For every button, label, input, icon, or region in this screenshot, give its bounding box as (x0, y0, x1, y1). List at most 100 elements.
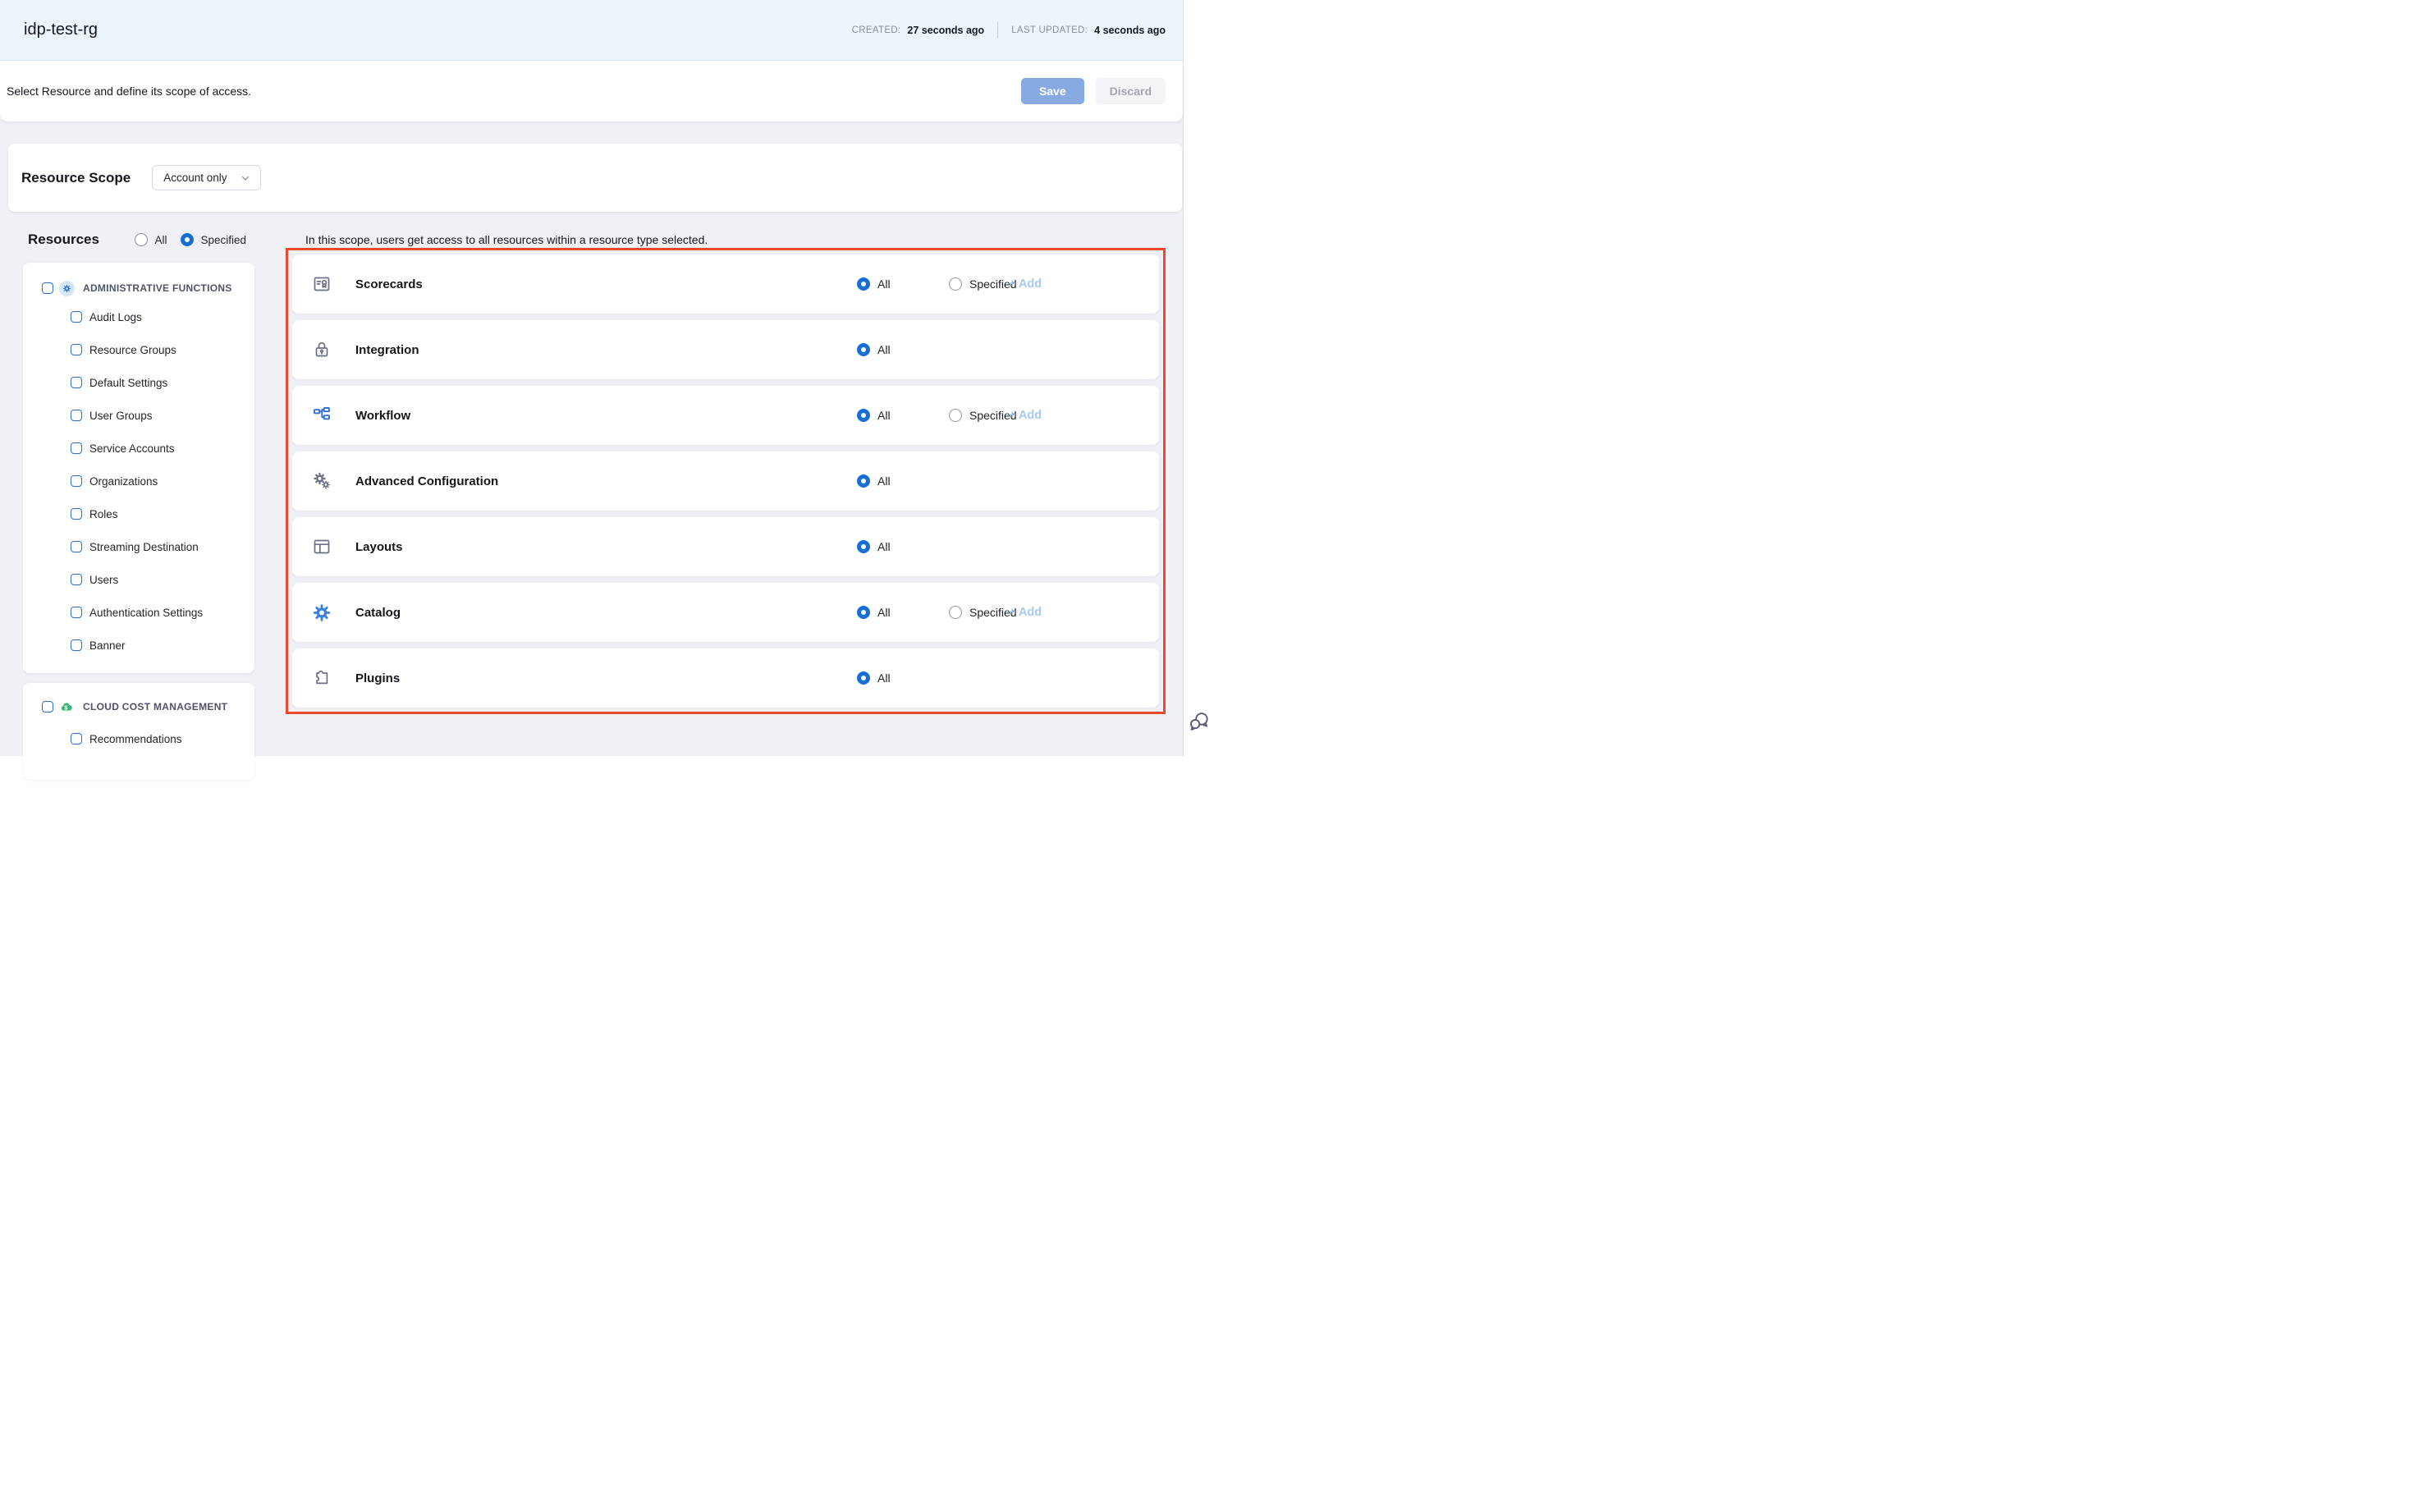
radio-selected-icon[interactable] (857, 474, 870, 488)
sidebar-item-users[interactable]: Users (23, 563, 254, 596)
svg-text:$: $ (64, 704, 67, 711)
last-updated-value: 4 seconds ago (1094, 25, 1166, 36)
row-workflow: Workflow All Specified + Add (292, 386, 1159, 445)
chat-bubbles-icon[interactable] (1188, 711, 1211, 738)
catalog-all-radio[interactable]: All (857, 606, 891, 619)
catalog-add-link[interactable]: + Add (1009, 606, 1042, 619)
row-label: Plugins (355, 671, 400, 685)
radio-selected-icon[interactable] (857, 409, 870, 422)
row-label: Catalog (355, 606, 401, 620)
catalog-specified-radio[interactable]: Specified (949, 606, 1017, 619)
resources-all-radio[interactable]: All (135, 233, 167, 246)
item-checkbox[interactable] (71, 639, 82, 651)
item-checkbox[interactable] (71, 410, 82, 421)
resources-sidebar: ADMINISTRATIVE FUNCTIONS Audit Logs Reso… (23, 248, 254, 780)
resources-all-label: All (154, 234, 167, 246)
item-checkbox[interactable] (71, 475, 82, 487)
item-label: Streaming Destination (89, 541, 199, 553)
sidebar-item-organizations[interactable]: Organizations (23, 465, 254, 497)
sidebar-item-streaming-destination[interactable]: Streaming Destination (23, 530, 254, 563)
radio-selected-icon[interactable] (857, 671, 870, 685)
item-checkbox[interactable] (71, 377, 82, 388)
sidebar-item-roles[interactable]: Roles (23, 497, 254, 530)
created-label: CREATED: (852, 25, 901, 35)
row-advanced-configuration: Advanced Configuration All (292, 451, 1159, 511)
item-checkbox[interactable] (71, 574, 82, 585)
row-label: Layouts (355, 540, 403, 554)
plugins-all-radio[interactable]: All (857, 671, 891, 685)
workflow-add-link[interactable]: + Add (1009, 409, 1042, 422)
radio-selected-icon[interactable] (181, 233, 194, 246)
cloud-cost-card: $ CLOUD COST MANAGEMENT Recommendations (23, 683, 254, 780)
scope-description: In this scope, users get access to all r… (286, 233, 1183, 246)
radio-unselected-icon[interactable] (949, 277, 962, 291)
scorecard-icon (312, 274, 332, 294)
workflow-specified-radio[interactable]: Specified (949, 409, 1017, 422)
workflow-all-radio[interactable]: All (857, 409, 891, 422)
resources-specified-label: Specified (200, 234, 246, 246)
admin-functions-checkbox[interactable] (42, 282, 53, 294)
sidebar-item-banner[interactable]: Banner (23, 629, 254, 662)
radio-unselected-icon[interactable] (135, 233, 148, 246)
cloud-dollar-icon: $ (59, 699, 75, 715)
chevron-down-icon (241, 173, 250, 183)
group-label: ADMINISTRATIVE FUNCTIONS (80, 282, 232, 294)
row-scorecards: Scorecards All Specified + Add (292, 254, 1159, 314)
sidebar-item-recommendations[interactable]: Recommendations (23, 722, 254, 755)
resource-scope-dropdown[interactable]: Account only (152, 165, 260, 190)
item-checkbox[interactable] (71, 311, 82, 323)
item-label: Organizations (89, 475, 158, 488)
all-label: All (877, 671, 891, 685)
sidebar-item-audit-logs[interactable]: Audit Logs (23, 300, 254, 333)
gears-icon (312, 471, 332, 491)
scorecards-add-link[interactable]: + Add (1009, 277, 1042, 291)
sidebar-item-default-settings[interactable]: Default Settings (23, 366, 254, 399)
resource-types-panel: Scorecards All Specified + Add (286, 248, 1166, 714)
group-cloud-cost-management[interactable]: $ CLOUD COST MANAGEMENT (23, 694, 254, 719)
radio-selected-icon[interactable] (857, 540, 870, 553)
discard-button[interactable]: Discard (1096, 78, 1166, 104)
item-label: Authentication Settings (89, 607, 203, 619)
radio-selected-icon[interactable] (857, 277, 870, 291)
resources-specified-radio[interactable]: Specified (181, 233, 246, 246)
layouts-all-radio[interactable]: All (857, 540, 891, 553)
page-title: idp-test-rg (24, 21, 98, 39)
integration-all-radio[interactable]: All (857, 343, 891, 356)
catalog-gear-icon (312, 603, 332, 622)
item-checkbox[interactable] (71, 607, 82, 618)
workflow-icon (312, 405, 332, 425)
item-label: Roles (89, 508, 118, 520)
sidebar-item-resource-groups[interactable]: Resource Groups (23, 333, 254, 366)
lock-icon (312, 340, 332, 360)
item-checkbox[interactable] (71, 508, 82, 520)
row-label: Scorecards (355, 277, 423, 291)
item-checkbox[interactable] (71, 733, 82, 745)
advanced-configuration-all-radio[interactable]: All (857, 474, 891, 488)
sidebar-item-authentication-settings[interactable]: Authentication Settings (23, 596, 254, 629)
sidebar-item-service-accounts[interactable]: Service Accounts (23, 432, 254, 465)
page-header: idp-test-rg CREATED: 27 seconds ago LAST… (0, 0, 1183, 61)
radio-unselected-icon[interactable] (949, 606, 962, 619)
item-checkbox[interactable] (71, 442, 82, 454)
save-button[interactable]: Save (1021, 78, 1084, 104)
row-label: Workflow (355, 409, 410, 423)
sidebar-item-user-groups[interactable]: User Groups (23, 399, 254, 432)
item-label: User Groups (89, 410, 153, 422)
radio-selected-icon[interactable] (857, 606, 870, 619)
toolbar: Select Resource and define its scope of … (0, 61, 1183, 121)
all-label: All (877, 606, 891, 619)
item-label: Users (89, 574, 118, 586)
all-label: All (877, 277, 891, 291)
item-checkbox[interactable] (71, 344, 82, 355)
scorecards-specified-radio[interactable]: Specified (949, 277, 1017, 291)
resources-heading: Resources All Specified (23, 231, 254, 248)
highlighted-region: Scorecards All Specified + Add (286, 248, 1166, 714)
cloud-cost-checkbox[interactable] (42, 701, 53, 712)
meta-info: CREATED: 27 seconds ago LAST UPDATED: 4 … (852, 22, 1166, 39)
radio-selected-icon[interactable] (857, 343, 870, 356)
item-checkbox[interactable] (71, 541, 82, 552)
scorecards-all-radio[interactable]: All (857, 277, 891, 291)
group-administrative-functions[interactable]: ADMINISTRATIVE FUNCTIONS (23, 276, 254, 300)
admin-gear-icon (59, 281, 75, 296)
radio-unselected-icon[interactable] (949, 409, 962, 422)
